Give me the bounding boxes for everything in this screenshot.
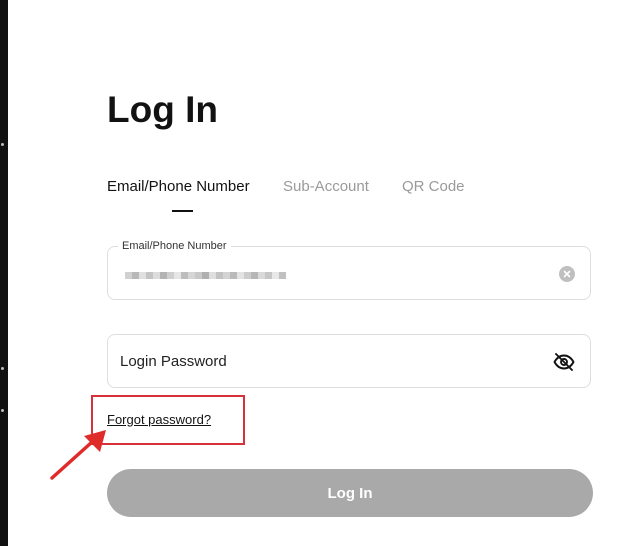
left-window-edge: [0, 0, 8, 546]
login-method-tabs: Email/Phone Number Sub-Account QR Code: [107, 176, 527, 216]
login-page: Log In Email/Phone Number Sub-Account QR…: [0, 0, 633, 546]
masked-email-value: [125, 268, 286, 282]
tab-qr-code[interactable]: QR Code: [402, 176, 465, 198]
email-phone-label: Email/Phone Number: [118, 239, 231, 253]
tab-sub-account[interactable]: Sub-Account: [283, 176, 369, 198]
eye-off-icon[interactable]: [552, 350, 576, 374]
password-field[interactable]: Login Password: [107, 334, 591, 388]
edge-dot: [1, 367, 4, 370]
email-phone-field[interactable]: Email/Phone Number: [107, 239, 591, 300]
tab-email-phone[interactable]: Email/Phone Number: [107, 176, 250, 198]
forgot-password-link[interactable]: Forgot password?: [107, 412, 211, 428]
login-button[interactable]: Log In: [107, 469, 593, 517]
annotation-arrow-icon: [50, 430, 106, 480]
edge-dot: [1, 143, 4, 146]
clear-circle-icon[interactable]: [559, 266, 575, 282]
active-tab-indicator: [172, 210, 193, 212]
page-title: Log In: [107, 89, 218, 130]
password-placeholder: Login Password: [120, 353, 227, 370]
edge-dot: [1, 409, 4, 412]
